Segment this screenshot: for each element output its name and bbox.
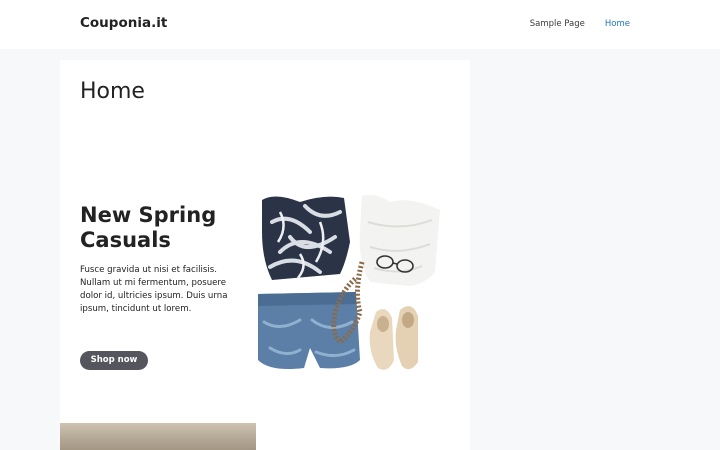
site-title[interactable]: Couponia.it	[80, 15, 167, 31]
site-header: Couponia.it Sample Page Home	[0, 0, 720, 49]
nav-item-sample-page[interactable]: Sample Page	[530, 19, 585, 29]
main-nav: Sample Page Home	[530, 19, 630, 29]
hero-heading: New Spring Casuals	[80, 203, 217, 252]
spring-outfit-photo	[258, 194, 440, 370]
nav-item-home[interactable]: Home	[605, 19, 630, 29]
content-area: Home New Spring Casuals Fusce gravida ut…	[60, 60, 470, 450]
page-title: Home	[80, 79, 145, 104]
hero-text: Fusce gravida ut nisi et facilisis. Null…	[80, 265, 228, 314]
shop-now-button[interactable]: Shop now	[80, 351, 148, 370]
wood-plank-image	[60, 423, 256, 450]
